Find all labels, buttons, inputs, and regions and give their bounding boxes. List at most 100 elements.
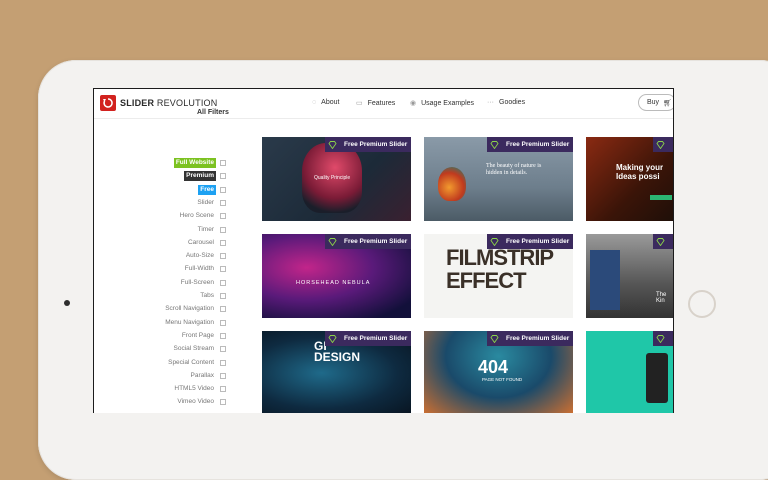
- filter-checkbox[interactable]: [220, 332, 226, 339]
- filter-checkbox[interactable]: [220, 346, 226, 353]
- filter-item[interactable]: Social Stream: [172, 344, 226, 354]
- filter-item[interactable]: Auto-Size: [184, 251, 226, 261]
- card-badge: Free Premium Slider: [487, 234, 573, 249]
- filter-item[interactable]: Free: [198, 184, 226, 195]
- filter-item[interactable]: Premium: [184, 171, 226, 182]
- filter-item[interactable]: Vimeo Video: [175, 397, 226, 407]
- filter-item[interactable]: HTML5 Video: [172, 384, 226, 394]
- brand-name[interactable]: SLIDER REVOLUTION: [120, 98, 217, 108]
- filter-label: Slider: [197, 198, 214, 206]
- buy-button-label: Buy: [647, 99, 660, 106]
- filter-label: Vimeo Video: [177, 398, 214, 406]
- slider-revolution-logo-icon[interactable]: [100, 95, 116, 111]
- card-badge: Free Premium Slider: [325, 234, 411, 249]
- filter-item[interactable]: Front Page: [180, 331, 226, 341]
- filter-label: Social Stream: [173, 345, 214, 353]
- card-badge: Free Premium Slider: [487, 331, 573, 346]
- filter-checkbox[interactable]: [220, 160, 226, 166]
- tablet-home-button[interactable]: [688, 290, 716, 318]
- buy-button[interactable]: Buy 🛒︎: [638, 94, 673, 111]
- filter-item[interactable]: Slider: [195, 198, 226, 208]
- nav-usage-examples[interactable]: ◉ Usage Examples: [410, 99, 474, 108]
- filter-label: Premium: [184, 171, 216, 182]
- filter-checkbox[interactable]: [220, 399, 226, 406]
- slider-card-ideas[interactable]: Making your Ideas possi: [586, 137, 673, 221]
- filter-item[interactable]: Full Website: [173, 158, 226, 168]
- filter-item[interactable]: Carousel: [186, 238, 226, 248]
- filter-item[interactable]: Parallax: [189, 371, 226, 381]
- filter-checkbox[interactable]: [220, 319, 226, 326]
- slider-card-teal[interactable]: [586, 331, 673, 413]
- brand-name-light: REVOLUTION: [156, 98, 218, 108]
- nav-features-label: Features: [367, 99, 396, 107]
- filter-checkbox[interactable]: [220, 239, 226, 246]
- tablet-camera: [64, 300, 70, 306]
- nav-about-label: About: [321, 99, 340, 106]
- filter-label: Auto-Size: [185, 252, 214, 260]
- filter-checkbox[interactable]: [220, 306, 226, 313]
- gem-icon: [653, 137, 668, 152]
- card-badge-label: Free Premium Slider: [506, 238, 570, 245]
- filter-checkbox[interactable]: [220, 266, 226, 273]
- gem-icon: [653, 331, 668, 346]
- slider-card-the-kin[interactable]: The Kin: [586, 234, 673, 318]
- chat-icon: ◌: [312, 99, 317, 106]
- filter-item[interactable]: Hero Scene: [178, 211, 226, 221]
- filter-checkbox[interactable]: [220, 359, 226, 366]
- slider-card-horsehead[interactable]: HORSEHEAD NEBULA Free Premium Slider: [262, 234, 411, 318]
- gem-icon: [487, 234, 502, 249]
- gem-icon: [325, 234, 340, 249]
- slider-card-quality-principle[interactable]: Quality Principle Free Premium Slider: [262, 137, 411, 221]
- slider-card-filmstrip[interactable]: FILMSTRIP EFFECT Free Premium Slider: [424, 234, 573, 318]
- filter-label: Timer: [197, 225, 214, 233]
- card-title: The Kin: [656, 292, 667, 304]
- nav-about[interactable]: ◌ About: [312, 99, 339, 106]
- filter-checkbox[interactable]: [220, 372, 226, 379]
- top-navigation: SLIDER REVOLUTION ◌ About ▭ Features ◉ Usag…: [94, 89, 673, 119]
- filter-item[interactable]: Menu Navigation: [163, 318, 226, 328]
- gem-icon: [325, 137, 340, 152]
- filter-label: Full Website: [173, 158, 216, 168]
- nav-features[interactable]: ▭ Features: [356, 99, 396, 108]
- filter-label: Full-Screen: [180, 278, 214, 286]
- filter-checkbox[interactable]: [220, 253, 226, 260]
- filter-item[interactable]: Special Content: [166, 358, 226, 368]
- card-badge: [653, 331, 673, 346]
- card-title: HORSEHEAD NEBULA: [296, 280, 371, 286]
- filter-item[interactable]: Full-Width: [183, 264, 226, 274]
- filter-item[interactable]: Timer: [196, 225, 226, 235]
- filter-checkbox[interactable]: [220, 386, 226, 393]
- card-badge: [653, 234, 673, 249]
- card-badge-label: Free Premium Slider: [344, 238, 408, 245]
- slider-card-nature[interactable]: The beauty of nature is hidden in detail…: [424, 137, 573, 221]
- filter-checkbox[interactable]: [220, 279, 226, 286]
- page-not-found-text: PAGE NOT FOUND: [482, 377, 523, 382]
- filter-checkbox[interactable]: [220, 199, 226, 206]
- filter-label: HTML5 Video: [174, 385, 214, 393]
- card-title: FILMSTRIP EFFECT: [446, 245, 554, 293]
- card-badge-label: Free Premium Slider: [506, 141, 570, 148]
- filter-label: Full-Width: [184, 265, 214, 273]
- slider-card-404[interactable]: 404 PAGE NOT FOUND Free Premium Slider: [424, 331, 573, 413]
- filter-item[interactable]: Full-Screen: [179, 278, 226, 288]
- filter-item[interactable]: Scroll Navigation: [163, 304, 226, 314]
- gem-icon: [487, 137, 502, 152]
- lamp-art: [438, 167, 466, 201]
- filter-checkbox[interactable]: [220, 226, 226, 233]
- cart-icon: 🛒︎: [663, 99, 672, 107]
- filter-checkbox[interactable]: [220, 173, 226, 180]
- card-badge-label: Free Premium Slider: [506, 335, 570, 342]
- filters-title: All Filters: [197, 109, 229, 116]
- browser-screen: SLIDER REVOLUTION ◌ About ▭ Features ◉ Usag…: [93, 88, 674, 413]
- filter-checkbox[interactable]: [220, 293, 226, 299]
- nav-goodies-label: Goodies: [499, 99, 526, 106]
- filter-label: Front Page: [181, 331, 214, 339]
- filter-item[interactable]: Tabs: [198, 291, 226, 301]
- filter-checkbox[interactable]: [220, 186, 226, 193]
- filter-checkbox[interactable]: [220, 213, 226, 220]
- slider-card-gi-design[interactable]: GI DESIGN Free Premium Slider: [262, 331, 411, 413]
- card-title: The beauty of nature is hidden in detail…: [486, 163, 542, 176]
- filter-label: Scroll Navigation: [165, 305, 214, 313]
- dots-icon: ···: [487, 99, 494, 106]
- nav-goodies[interactable]: ··· Goodies: [487, 99, 525, 106]
